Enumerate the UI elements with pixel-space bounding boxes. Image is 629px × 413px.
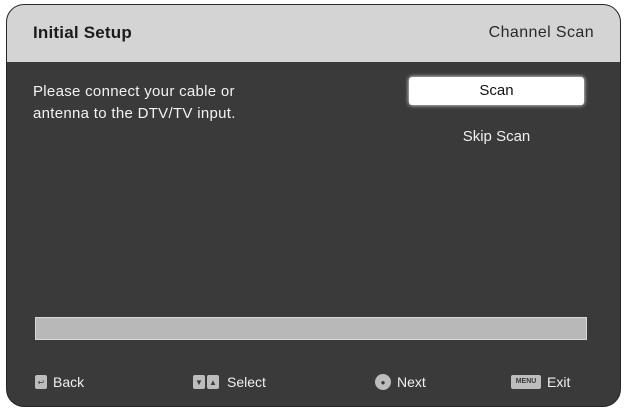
- initial-setup-dialog: Initial Setup Channel Scan Please connec…: [6, 4, 621, 407]
- return-key-icon: ↩: [35, 375, 47, 389]
- select-hint[interactable]: ▼ ▲ Select: [193, 372, 266, 392]
- back-label: Back: [53, 374, 85, 390]
- dialog-title: Initial Setup: [33, 23, 132, 42]
- menu-key-icon: MENU: [511, 375, 541, 389]
- skip-scan-button[interactable]: Skip Scan: [409, 123, 584, 151]
- instruction-line-2: antenna to the DTV/TV input.: [33, 105, 236, 122]
- select-label: Select: [227, 374, 266, 390]
- enter-key-icon: ●: [375, 374, 391, 390]
- scan-progress-bar: [35, 317, 587, 340]
- dialog-header: Initial Setup Channel Scan: [7, 5, 620, 62]
- back-hint[interactable]: ↩ Back: [35, 372, 84, 392]
- next-label: Next: [397, 374, 426, 390]
- next-hint[interactable]: ● Next: [375, 372, 426, 392]
- button-hints-bar: ↩ Back ▼ ▲ Select ● Next MENU Exit: [7, 355, 620, 406]
- scan-button[interactable]: Scan: [409, 77, 584, 105]
- up-down-arrow-keys-icon: ▼ ▲: [193, 375, 221, 389]
- exit-hint[interactable]: MENU Exit: [511, 372, 570, 392]
- instruction-line-1: Please connect your cable or: [33, 83, 235, 100]
- section-title: Channel Scan: [488, 24, 594, 41]
- exit-label: Exit: [547, 374, 571, 390]
- instruction-text: Please connect your cable or antenna to …: [33, 81, 333, 125]
